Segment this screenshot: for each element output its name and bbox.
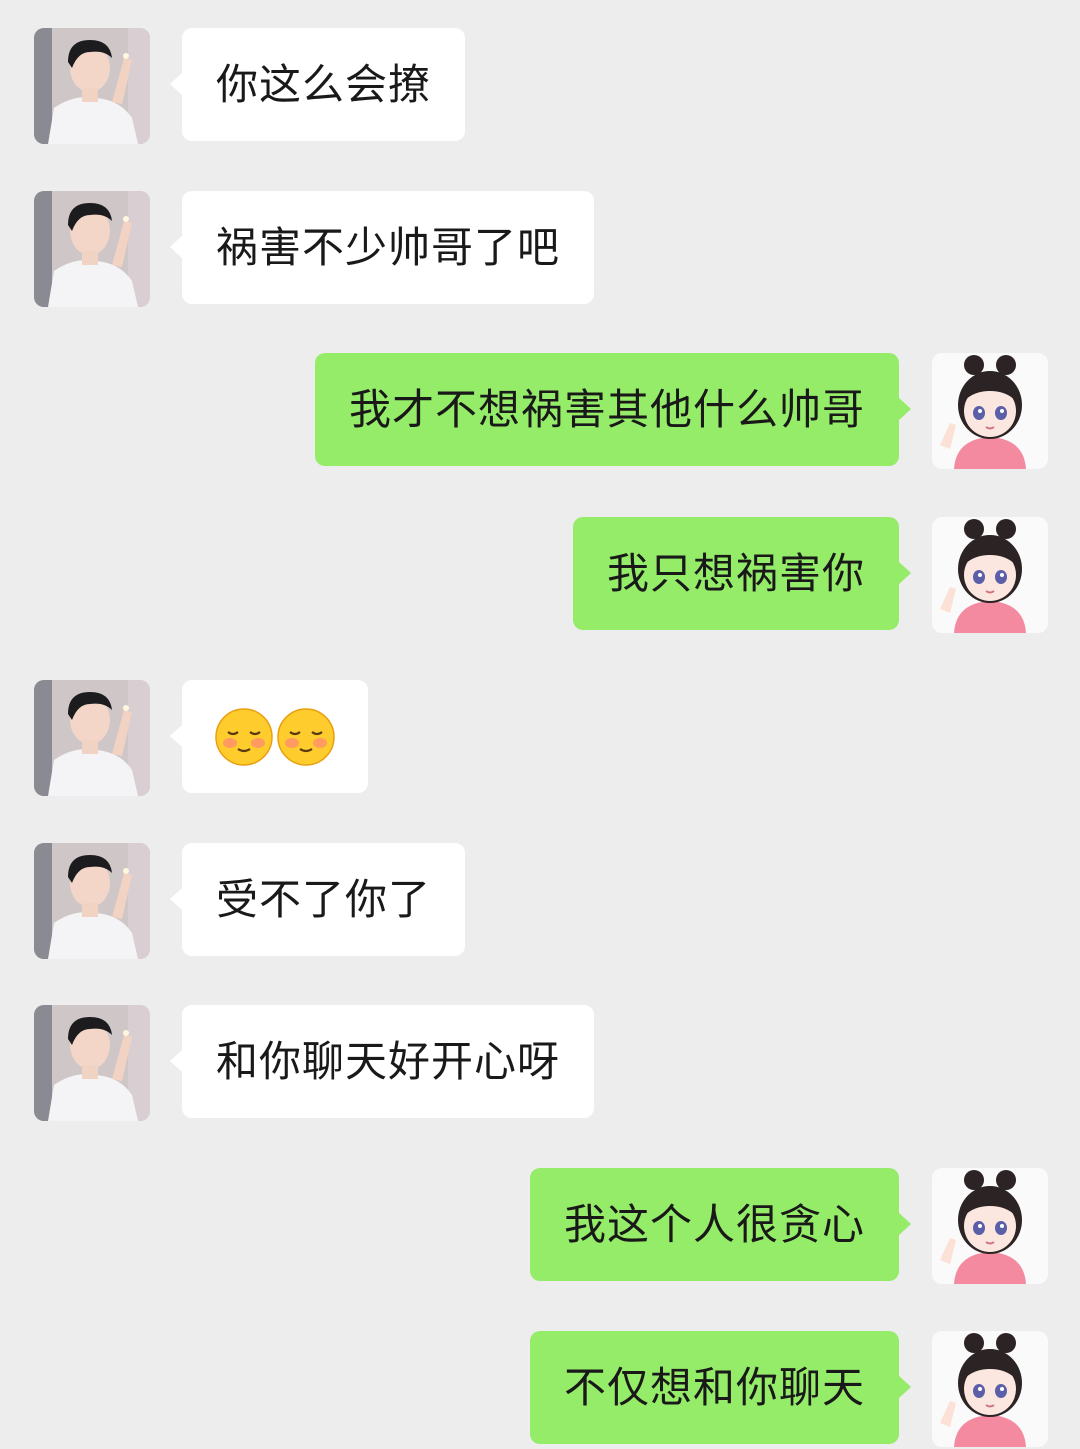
- shy-smile-emoji-icon: [276, 707, 336, 767]
- incoming-emoji-bubble[interactable]: [170, 680, 368, 793]
- message-row-8: 我这个人很贪心: [0, 1168, 1080, 1286]
- outgoing-message-bubble[interactable]: 我才不想祸害其他什么帅哥: [314, 353, 912, 466]
- outgoing-message-bubble[interactable]: 我这个人很贪心: [529, 1168, 912, 1281]
- contact-avatar[interactable]: [34, 191, 150, 307]
- contact-avatar[interactable]: [34, 28, 150, 144]
- self-avatar[interactable]: [932, 353, 1048, 469]
- message-row-4: 我只想祸害你: [0, 517, 1080, 635]
- incoming-message-bubble[interactable]: 祸害不少帅哥了吧: [169, 191, 595, 304]
- self-avatar[interactable]: [932, 1331, 1048, 1447]
- message-row-1: 你这么会撩: [0, 28, 1080, 146]
- self-avatar[interactable]: [932, 517, 1048, 633]
- outgoing-message-bubble[interactable]: 我只想祸害你: [572, 517, 912, 630]
- incoming-message-bubble[interactable]: 你这么会撩: [169, 28, 466, 141]
- incoming-message-bubble[interactable]: 和你聊天好开心呀: [169, 1005, 595, 1118]
- contact-avatar[interactable]: [34, 1005, 150, 1121]
- message-row-3: 我才不想祸害其他什么帅哥: [0, 353, 1080, 471]
- message-row-2: 祸害不少帅哥了吧: [0, 191, 1080, 309]
- outgoing-message-bubble[interactable]: 不仅想和你聊天: [529, 1331, 912, 1444]
- incoming-message-bubble[interactable]: 受不了你了: [169, 843, 466, 956]
- self-avatar[interactable]: [932, 1168, 1048, 1284]
- message-row-7: 和你聊天好开心呀: [0, 1005, 1080, 1123]
- message-row-6: 受不了你了: [0, 843, 1080, 961]
- message-row-9: 不仅想和你聊天: [0, 1331, 1080, 1449]
- contact-avatar[interactable]: [34, 680, 150, 796]
- contact-avatar[interactable]: [34, 843, 150, 959]
- shy-smile-emoji-icon: [214, 707, 274, 767]
- message-row-5: [0, 680, 1080, 798]
